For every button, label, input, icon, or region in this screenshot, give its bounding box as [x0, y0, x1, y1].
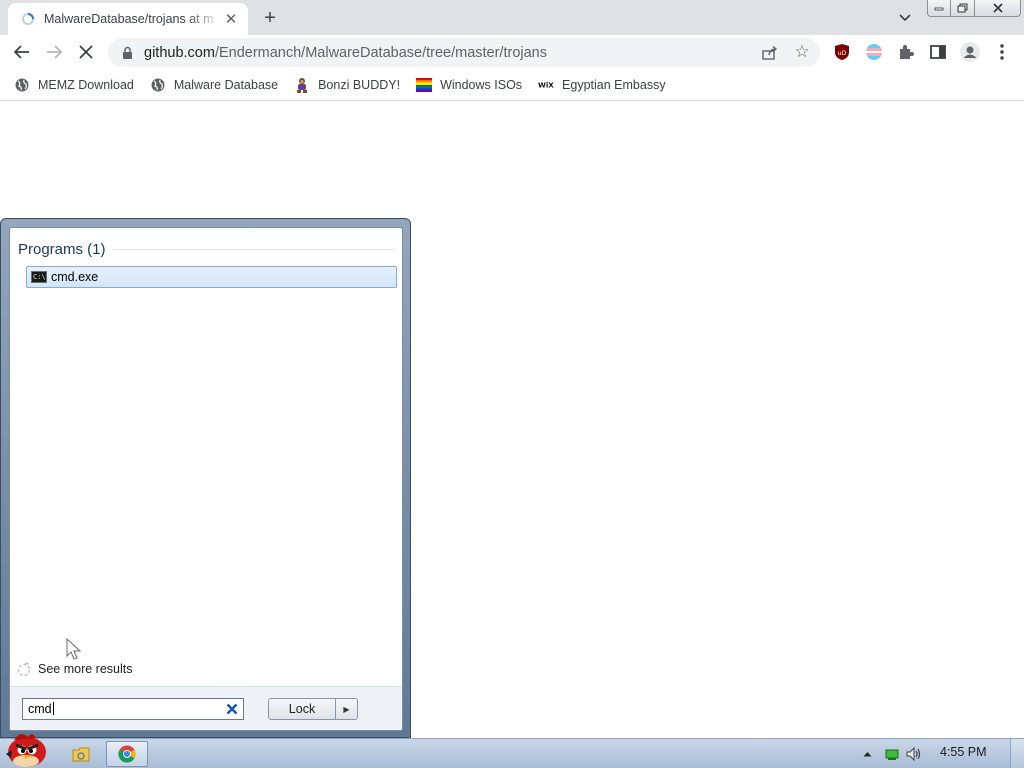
clear-search-icon[interactable] [223, 700, 241, 718]
trans-flag-icon [866, 44, 882, 60]
programs-heading: Programs (1) [18, 241, 394, 258]
search-input-value: cmd [28, 702, 223, 716]
show-desktop-button[interactable] [1010, 739, 1024, 768]
tab-search-button[interactable] [894, 7, 916, 29]
mouse-cursor-icon [66, 638, 82, 660]
ublock-icon: uD [835, 44, 849, 60]
programs-heading-label: Programs (1) [18, 241, 106, 258]
side-panel-icon [930, 45, 946, 59]
see-more-results-link[interactable]: See more results [16, 661, 132, 677]
bookmark-bonzi-buddy[interactable]: Bonzi BUDDY! [294, 73, 400, 97]
bookmark-memz[interactable]: MEMZ Download [14, 73, 134, 97]
lock-icon [120, 45, 134, 61]
start-menu-footer: cmd Lock ▶ [10, 686, 402, 730]
bookmark-star-icon[interactable]: ☆ [792, 42, 812, 62]
tab-strip: MalwareDatabase/trojans at m ✕ + [0, 0, 1024, 35]
url-text: github.com/Endermanch/MalwareDatabase/tr… [144, 45, 547, 61]
bookmark-label: Malware Database [173, 77, 279, 92]
browser-tab[interactable]: MalwareDatabase/trojans at m ✕ [8, 3, 248, 35]
notification-area [860, 741, 922, 767]
heading-divider [113, 249, 394, 250]
screen: MalwareDatabase/trojans at m ✕ + github.… [0, 0, 1024, 768]
tab-close-icon[interactable]: ✕ [222, 10, 240, 28]
see-more-results-label: See more results [38, 662, 133, 676]
url-host: github.com [144, 44, 215, 61]
svg-text:WiX: WiX [538, 80, 554, 89]
forward-arrow-icon [47, 45, 62, 59]
window-controls [927, 0, 1021, 18]
minimize-icon [934, 7, 944, 11]
tab-title: MalwareDatabase/trojans at m [44, 12, 214, 26]
url-path: /Endermanch/MalwareDatabase/tree/master/… [214, 44, 547, 61]
taskbar-explorer-button[interactable] [66, 741, 96, 767]
start-menu: Programs (1) C:\ cmd.exe See more result… [0, 218, 411, 738]
stop-loading-button[interactable] [72, 38, 100, 66]
search-result-cmd[interactable]: C:\ cmd.exe [26, 266, 397, 288]
minimize-button[interactable] [927, 0, 951, 17]
bookmark-malware-database[interactable]: Malware Database [150, 73, 278, 97]
search-result-label: cmd.exe [51, 270, 99, 284]
browser-toolbar: github.com/Endermanch/MalwareDatabase/tr… [0, 35, 1024, 69]
power-battery-icon[interactable] [884, 748, 900, 760]
new-tab-button[interactable]: + [258, 6, 282, 30]
forward-button[interactable] [40, 38, 68, 66]
puzzle-icon [900, 45, 914, 59]
chrome-menu-button[interactable] [988, 38, 1016, 66]
trans-flag-extension-button[interactable] [860, 38, 888, 66]
chevron-down-icon [899, 14, 911, 22]
taskbar-clock[interactable]: 4:55 PM [940, 745, 987, 759]
start-button-angry-bird-icon[interactable] [2, 728, 52, 768]
lock-button-label: Lock [269, 699, 336, 719]
kebab-menu-icon [1000, 44, 1004, 60]
globe-icon [150, 77, 166, 93]
stop-icon [79, 45, 93, 59]
address-bar[interactable]: github.com/Endermanch/MalwareDatabase/tr… [108, 38, 820, 67]
loading-spinner-icon [20, 11, 36, 27]
bonzi-icon [294, 77, 310, 93]
search-more-icon [17, 662, 31, 677]
bookmark-label: MEMZ Download [38, 77, 134, 92]
bookmark-label: Egyptian Embassy [562, 77, 666, 92]
restore-button[interactable] [951, 0, 975, 17]
cmd-icon: C:\ [31, 271, 47, 283]
ublock-extension-button[interactable]: uD [828, 38, 856, 66]
extensions-button[interactable] [892, 38, 920, 66]
side-panel-button[interactable] [924, 38, 952, 66]
volume-icon[interactable] [906, 747, 922, 761]
close-icon [992, 3, 1003, 13]
bookmark-label: Bonzi BUDDY! [318, 77, 401, 92]
taskbar-chrome-button[interactable] [106, 741, 148, 767]
restore-icon [957, 3, 968, 13]
show-hidden-icons-arrow-icon[interactable] [860, 751, 874, 757]
explorer-icon [72, 747, 90, 762]
back-arrow-icon [14, 45, 29, 59]
bookmark-egyptian-embassy[interactable]: WiX Egyptian Embassy [538, 73, 666, 97]
avatar-icon [960, 42, 980, 62]
rainbow-flag-icon [416, 77, 433, 93]
bookmarks-bar: MEMZ Download Malware Database Bonzi BUD… [0, 69, 1024, 101]
lock-button[interactable]: Lock ▶ [268, 698, 358, 720]
svg-text:uD: uD [838, 50, 847, 57]
shutdown-options-arrow-icon[interactable]: ▶ [336, 699, 357, 719]
wix-icon: WiX [538, 77, 554, 93]
chrome-icon [118, 745, 136, 763]
bookmark-windows-isos[interactable]: Windows ISOs [416, 73, 522, 97]
start-search-input[interactable]: cmd [22, 698, 244, 720]
profile-button[interactable] [956, 38, 984, 66]
close-button[interactable] [975, 0, 1021, 17]
share-icon[interactable] [760, 43, 780, 63]
bookmark-label: Windows ISOs [440, 77, 523, 92]
globe-icon [14, 77, 30, 93]
back-button[interactable] [8, 38, 36, 66]
